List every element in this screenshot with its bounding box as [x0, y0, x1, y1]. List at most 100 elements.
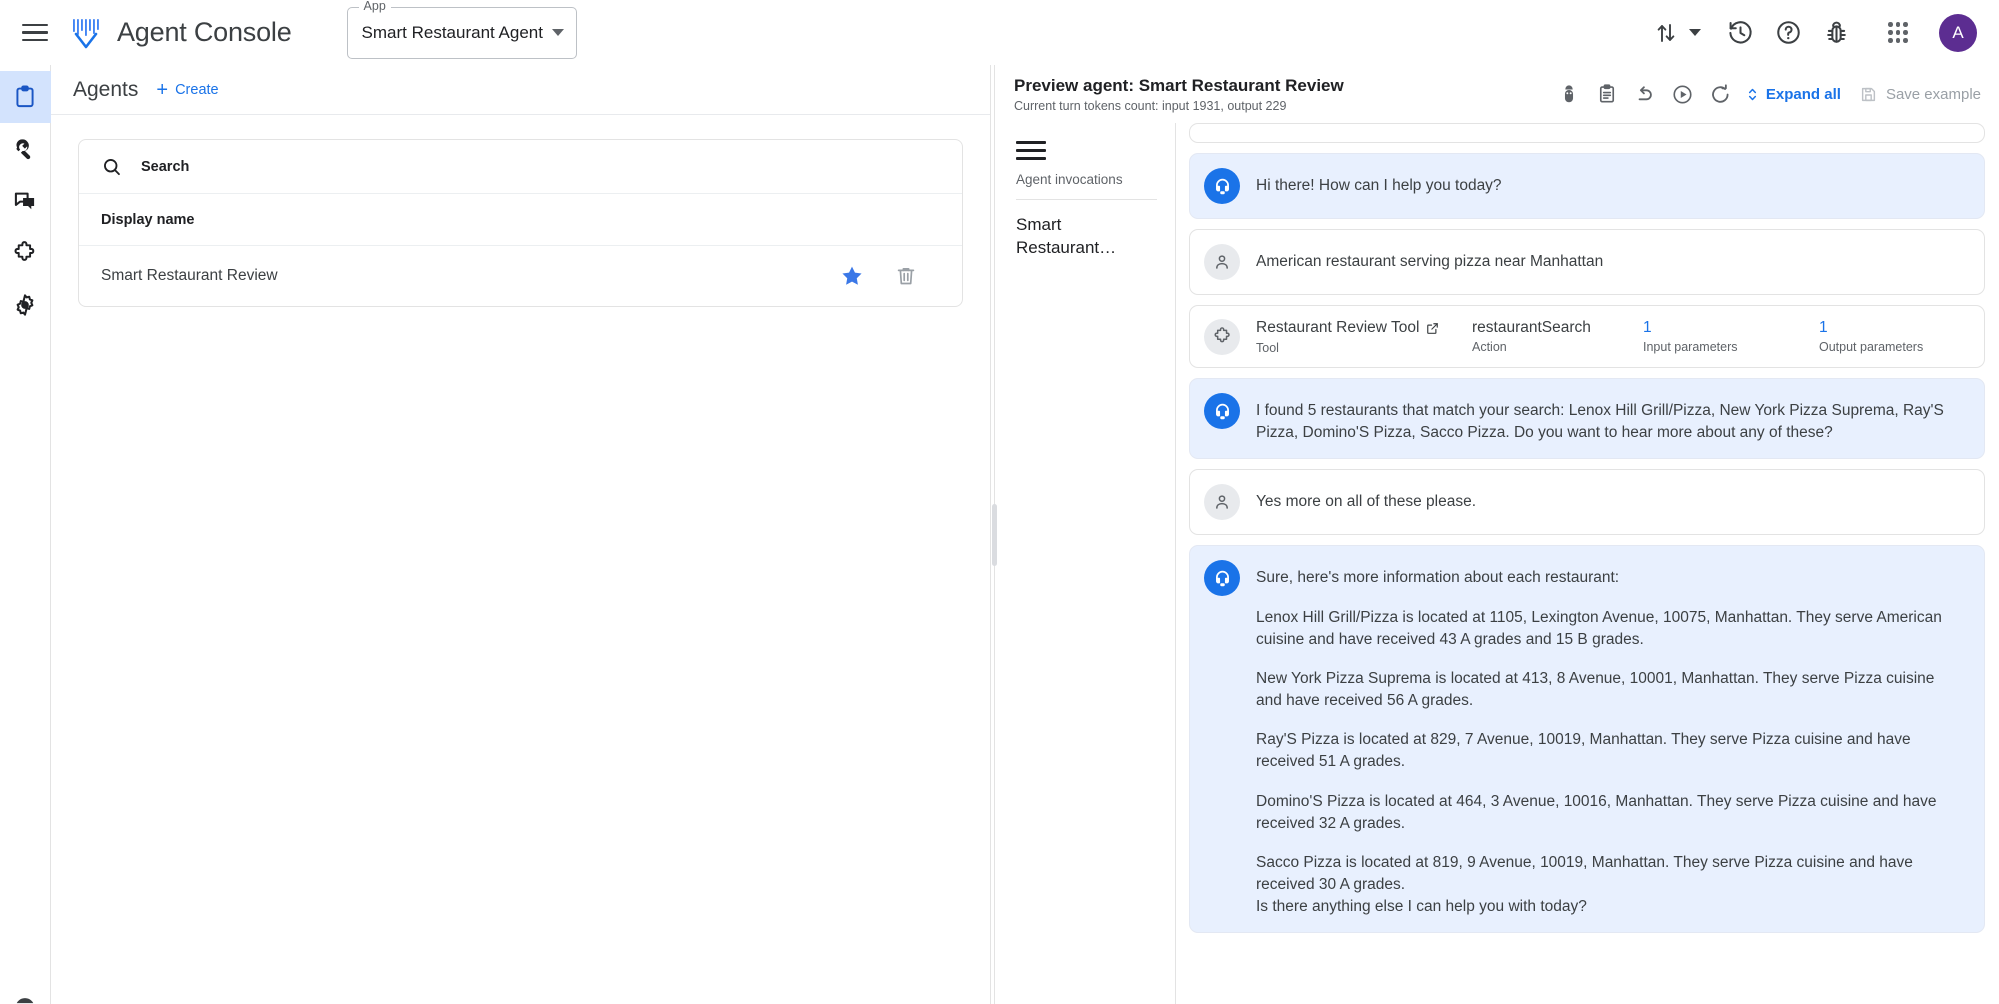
trash-delete-icon[interactable] [894, 264, 918, 288]
preview-panel: Preview agent: Smart Restaurant Review C… [998, 65, 1999, 1004]
headset-agent-icon [1204, 393, 1240, 429]
sort-chevron-down-icon[interactable] [1689, 29, 1701, 36]
clipboard-list-icon[interactable] [1590, 77, 1624, 111]
search-input[interactable]: Search [79, 140, 962, 194]
message-agent: I found 5 restaurants that match your se… [1189, 378, 1985, 459]
wrench-icon [12, 136, 38, 162]
message-text: Yes more on all of these please. [1256, 484, 1476, 513]
message-paragraph: New York Pizza Suprema is located at 413… [1256, 668, 1964, 712]
message-user: American restaurant serving pizza near M… [1189, 229, 1985, 295]
tool-name: Restaurant Review Tool [1256, 318, 1419, 338]
conversation-area: Hi there! How can I help you today? Amer… [1176, 123, 1999, 1004]
agents-table-card: Search Display name Smart Restaurant Rev… [78, 139, 963, 307]
sidebar-item-conversations[interactable] [0, 175, 51, 227]
play-circle-icon[interactable] [1666, 77, 1700, 111]
tool-output-params-label: Output parameters [1819, 340, 1994, 354]
clipboard-icon [12, 84, 38, 110]
message-paragraph: Sure, here's more information about each… [1256, 567, 1964, 589]
agents-panel-body: Search Display name Smart Restaurant Rev… [51, 115, 990, 1004]
history-clock-icon[interactable] [1719, 12, 1761, 54]
bug-report-icon[interactable] [1552, 77, 1586, 111]
preview-body: Agent invocations Smart Restaurant… [998, 123, 1999, 1004]
sidebar-item-settings[interactable] [0, 279, 51, 331]
row-actions [840, 264, 940, 288]
message-user: Yes more on all of these please. [1189, 469, 1985, 535]
invocation-list-item[interactable]: Smart Restaurant… [1016, 200, 1157, 260]
puzzle-piece-icon [1204, 319, 1240, 355]
brand-title: Agent Console [117, 17, 292, 48]
sidebar-item-tools[interactable] [0, 123, 51, 175]
cell-display-name: Smart Restaurant Review [101, 267, 840, 285]
app-selector-legend: App [359, 0, 391, 12]
headset-agent-icon [1204, 168, 1240, 204]
agent-console-app: Agent Console App Smart Restaurant Agent [0, 0, 1999, 1004]
brand: Agent Console [68, 15, 292, 51]
message-text: I found 5 restaurants that match your se… [1256, 393, 1964, 444]
sidebar-item-integrations[interactable] [0, 227, 51, 279]
tool-input-params-value: 1 [1643, 319, 1803, 337]
sidebar-item-agents[interactable] [0, 71, 51, 123]
sort-control[interactable] [1645, 12, 1701, 54]
message-paragraph: Sacco Pizza is located at 819, 9 Avenue,… [1256, 852, 1964, 896]
message-text: Hi there! How can I help you today? [1256, 168, 1502, 197]
preview-panel-header: Preview agent: Smart Restaurant Review C… [998, 65, 1999, 123]
rail-bottom-icon[interactable] [14, 989, 36, 1004]
agent-invocations-label: Agent invocations [1016, 172, 1157, 200]
save-disk-icon [1859, 85, 1878, 104]
agents-table-header: Display name [79, 194, 962, 246]
message-agent-details: Sure, here's more information about each… [1189, 545, 1985, 933]
save-example-label: Save example [1886, 86, 1981, 103]
headset-agent-icon [1204, 560, 1240, 596]
unfold-more-icon [1744, 86, 1761, 103]
help-question-icon[interactable] [1767, 12, 1809, 54]
conversation-scroll[interactable]: Hi there! How can I help you today? Amer… [1176, 123, 1999, 1004]
menu-lines-icon[interactable] [1016, 135, 1046, 165]
sort-arrows-icon[interactable] [1645, 12, 1687, 54]
chevron-down-icon [552, 29, 564, 36]
refresh-icon[interactable] [1704, 77, 1738, 111]
star-filled-icon[interactable] [840, 264, 864, 288]
panel-resize-grip[interactable] [992, 504, 997, 566]
tool-input-params-label: Input parameters [1643, 340, 1803, 354]
expand-all-label: Expand all [1766, 86, 1841, 103]
open-in-new-icon[interactable] [1425, 321, 1440, 336]
preview-token-count: Current turn tokens count: input 1931, o… [1014, 99, 1344, 113]
tool-action-label: Action [1472, 340, 1627, 354]
top-app-bar: Agent Console App Smart Restaurant Agent [0, 0, 1999, 65]
puzzle-piece-icon [12, 240, 38, 266]
tool-action-value: restaurantSearch [1472, 319, 1627, 337]
tool-identity: Restaurant Review Tool [1256, 318, 1456, 355]
column-header-display-name: Display name [101, 212, 195, 228]
tool-kind-label: Tool [1256, 341, 1456, 355]
message-paragraph: Is there anything else I can help you wi… [1256, 896, 1964, 918]
tool-invocation-card[interactable]: Restaurant Review Tool [1189, 305, 1985, 368]
apps-grid-icon[interactable] [1877, 12, 1919, 54]
table-row[interactable]: Smart Restaurant Review [79, 246, 962, 306]
tool-input-params-column: 1 Input parameters [1643, 319, 1803, 354]
agent-console-logo-icon [68, 15, 104, 51]
agent-invocations-panel: Agent invocations Smart Restaurant… [998, 123, 1176, 1004]
message-agent: Hi there! How can I help you today? [1189, 153, 1985, 219]
page-title: Agents [73, 78, 138, 102]
message-paragraph: Lenox Hill Grill/Pizza is located at 110… [1256, 607, 1964, 651]
message-truncated [1189, 123, 1985, 143]
avatar[interactable]: A [1939, 14, 1977, 52]
expand-all-button[interactable]: Expand all [1742, 86, 1847, 103]
plus-icon: + [156, 80, 168, 100]
search-icon [101, 156, 123, 178]
search-input-label: Search [141, 159, 189, 175]
message-paragraph: Ray'S Pizza is located at 829, 7 Avenue,… [1256, 729, 1964, 773]
message-paragraph: Domino'S Pizza is located at 464, 3 Aven… [1256, 791, 1964, 835]
bug-report-icon[interactable] [1815, 12, 1857, 54]
save-example-button[interactable]: Save example [1851, 85, 1981, 104]
panel-resize-handle[interactable] [991, 65, 998, 1004]
create-agent-button[interactable]: + Create [156, 80, 218, 100]
person-icon [1204, 244, 1240, 280]
tool-name-row: Restaurant Review Tool [1256, 318, 1456, 338]
gear-settings-icon [12, 292, 38, 318]
undo-arrow-icon[interactable] [1628, 77, 1662, 111]
app-selector-value: Smart Restaurant Agent [362, 23, 546, 43]
left-nav-rail [0, 65, 51, 1004]
hamburger-menu-icon[interactable] [18, 16, 52, 50]
app-selector[interactable]: App Smart Restaurant Agent [347, 7, 577, 59]
